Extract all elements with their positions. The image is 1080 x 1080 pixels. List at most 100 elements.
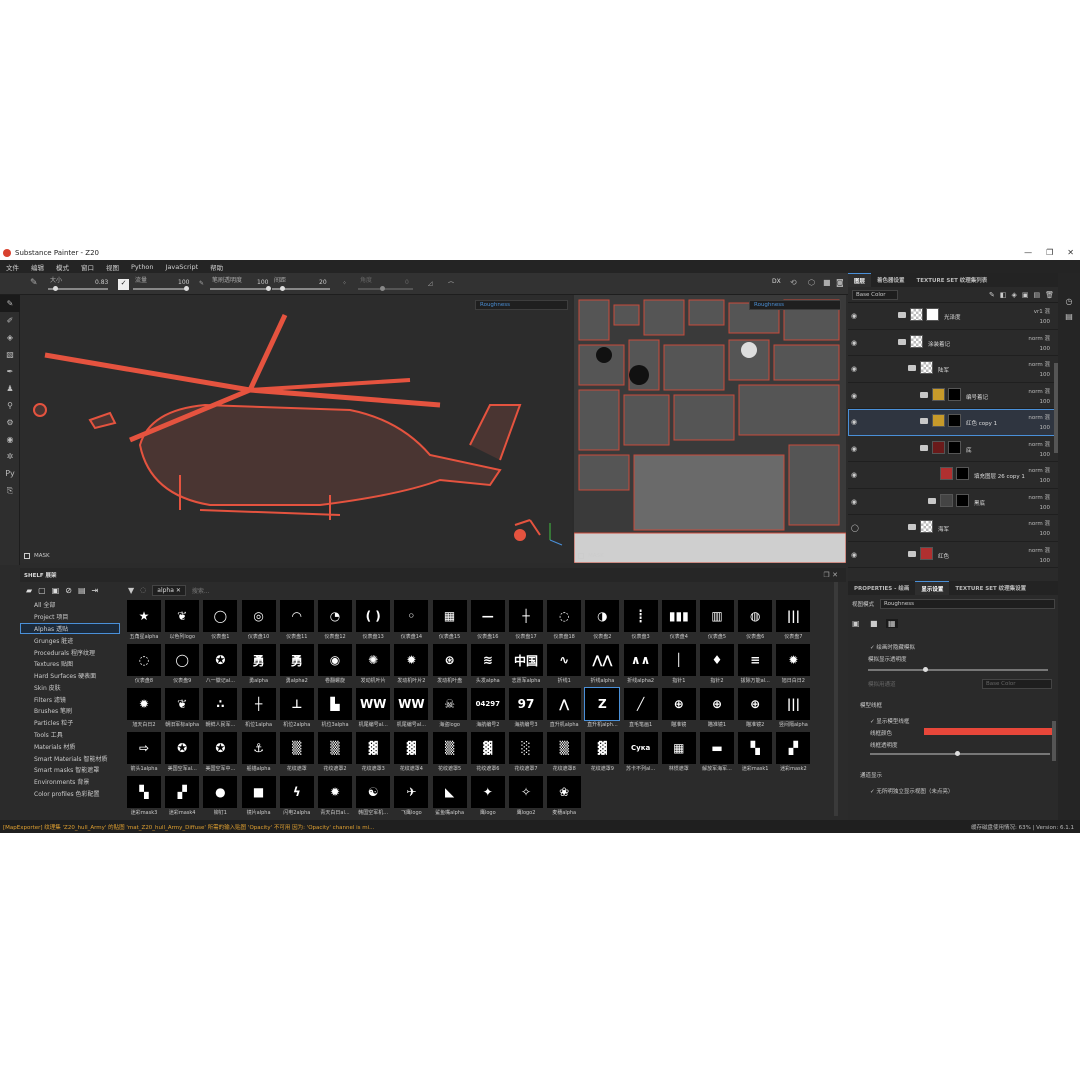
remove-tag-icon[interactable]: ✕ xyxy=(176,587,181,594)
settings-gear-icon[interactable]: ⚙ xyxy=(0,414,20,431)
flow-value[interactable]: 100 xyxy=(178,279,189,286)
shelf-asset-tile[interactable]: 勇勇alpha2 xyxy=(279,644,315,688)
shelf-asset-tile[interactable]: ◌ 仪表盘18 xyxy=(546,600,582,644)
hide-icon[interactable]: ⊘ xyxy=(65,586,72,595)
shelf-asset-tile[interactable]: ||| 竖间隔alpha xyxy=(775,688,811,732)
mask-thumbnail[interactable] xyxy=(948,414,961,427)
camera-orbit-icon[interactable]: ⟲ xyxy=(790,278,797,287)
layer-blend-mode[interactable]: norm xyxy=(1028,442,1042,448)
shelf-asset-tile[interactable]: ▬ 解放军海军... xyxy=(699,732,735,776)
shelf-asset-tile[interactable]: ▓ 花纹遮罩6 xyxy=(470,732,506,776)
shelf-asset-tile[interactable]: ▦ 林惯遮罩 xyxy=(661,732,697,776)
polygon-fill-icon[interactable]: ▧ xyxy=(0,346,20,363)
new-item-icon[interactable]: ▢ xyxy=(38,586,46,595)
viewport-2d-channel-dropdown[interactable]: Roughness xyxy=(749,300,841,310)
shelf-asset-tile[interactable]: ❦ 朝旧军标alpha xyxy=(164,688,200,732)
shelf-asset-tile[interactable]: ▚ 迷彩mask1 xyxy=(737,732,773,776)
save-icon[interactable]: ▣ xyxy=(52,586,60,595)
shelf-asset-tile[interactable]: ✹ 青天白日al... xyxy=(317,776,353,820)
mask-checkbox-icon[interactable] xyxy=(24,553,30,559)
shelf-asset-tile[interactable]: ✦ 鹰logo xyxy=(470,776,506,820)
viewport-3d-channel-dropdown[interactable]: Roughness xyxy=(475,300,568,310)
menu-item-3[interactable]: 窗口 xyxy=(75,262,100,272)
shelf-category[interactable]: Brushes 笔刷 xyxy=(20,705,120,717)
shelf-asset-tile[interactable]: ✹ 发动机叶片2 xyxy=(393,644,429,688)
shelf-asset-tile[interactable]: WW 机尾编号al... xyxy=(355,688,391,732)
shelf-asset-tile[interactable]: 97 海航编号3 xyxy=(508,688,544,732)
shelf-asset-tile[interactable]: ▓ 花纹遮罩4 xyxy=(393,732,429,776)
menu-item-2[interactable]: 模式 xyxy=(50,262,75,272)
folder-icon[interactable]: ▰ xyxy=(26,586,32,595)
filter-icon[interactable]: ▼ xyxy=(128,586,134,595)
shelf-asset-tile[interactable]: ✈ 飞鹰logo xyxy=(393,776,429,820)
python-icon[interactable]: Py xyxy=(0,465,20,482)
viewport-3d[interactable]: Roughness MASK xyxy=(20,295,572,563)
folder-icon[interactable] xyxy=(928,497,936,504)
shelf-asset-tile[interactable]: ┋ 仪表盘3 xyxy=(623,600,659,644)
layer-opacity[interactable]: 100 xyxy=(1040,478,1051,484)
layer-blend-mode[interactable]: norm xyxy=(1028,468,1042,474)
shelf-asset-tile[interactable]: ▒ 花纹遮罩8 xyxy=(546,732,582,776)
menu-item-7[interactable]: 帮助 xyxy=(204,262,229,272)
layer-blend-mode[interactable]: norm xyxy=(1028,548,1042,554)
shelf-asset-tile[interactable]: ▦ 仪表盘15 xyxy=(432,600,468,644)
layer-row[interactable]: ◉ 红色 norm 混 100 xyxy=(848,542,1058,568)
layer-opacity[interactable]: 100 xyxy=(1040,399,1051,405)
shelf-scrollbar[interactable] xyxy=(834,582,838,816)
shelf-asset-tile[interactable]: ✺ 发动机叶片 xyxy=(355,644,391,688)
visibility-eye-icon[interactable]: ◉ xyxy=(851,392,857,400)
add-layer-icon[interactable]: ▣ xyxy=(1022,291,1029,299)
shelf-asset-tile[interactable]: ⊛ 发动机叶盘 xyxy=(432,644,468,688)
dx-label[interactable]: DX xyxy=(772,278,781,285)
shelf-asset-tile[interactable]: ◍ 仪表盘6 xyxy=(737,600,773,644)
pen-pressure-icon[interactable]: ✓ xyxy=(118,279,129,290)
shelf-category[interactable]: Smart Materials 智能材质 xyxy=(20,752,120,764)
shelf-asset-tile[interactable]: ✹ 旭天白日2 xyxy=(126,688,162,732)
minimize-button[interactable]: — xyxy=(1024,248,1032,257)
log-icon[interactable]: ▤ xyxy=(1058,312,1080,321)
shelf-asset-tile[interactable]: ◎ 仪表盘10 xyxy=(241,600,277,644)
folder-icon[interactable] xyxy=(920,418,928,424)
shelf-asset-tile[interactable]: ✪ 八一徽记al... xyxy=(202,644,238,688)
clear-filter-icon[interactable]: ◌ xyxy=(140,586,146,594)
opacity-value[interactable]: 100 xyxy=(257,279,268,286)
camera-icon[interactable]: ■ xyxy=(870,619,878,628)
angle-slider[interactable] xyxy=(358,286,413,291)
shelf-category[interactable]: Filters 滤镜 xyxy=(20,693,120,705)
layer-opacity[interactable]: 100 xyxy=(1040,558,1051,564)
cube-icon[interactable]: ⬡ xyxy=(808,278,815,287)
shelf-asset-tile[interactable]: ⊥ 机位2alpha xyxy=(279,688,315,732)
shelf-float-icon[interactable]: ❐ ✕ xyxy=(823,571,846,579)
shelf-category[interactable]: Color profiles 色彩配置 xyxy=(20,788,120,800)
shelf-asset-tile[interactable]: ░ 花纹遮罩7 xyxy=(508,732,544,776)
layer-opacity[interactable]: 100 xyxy=(1040,425,1051,431)
shelf-asset-tile[interactable]: WW 机尾编号al... xyxy=(393,688,429,732)
brush-preset-icon[interactable]: ✎ xyxy=(30,278,38,288)
menu-item-5[interactable]: Python xyxy=(125,263,160,271)
visibility-eye-icon[interactable]: ◉ xyxy=(851,471,857,479)
layer-opacity[interactable]: 100 xyxy=(1040,372,1051,378)
spacing-value[interactable]: 20 xyxy=(319,279,327,286)
shelf-asset-tile[interactable]: ▒ 花纹遮罩5 xyxy=(432,732,468,776)
shelf-asset-tile[interactable]: ⊕ 瞄准镜1 xyxy=(699,688,735,732)
import-icon[interactable]: ⇥ xyxy=(92,586,99,595)
shelf-asset-tile[interactable]: — 仪表盘16 xyxy=(470,600,506,644)
add-effect-icon[interactable]: ✎ xyxy=(989,291,995,299)
visibility-eye-icon[interactable]: ◯ xyxy=(851,524,859,532)
shelf-asset-tile[interactable]: ⋀⋀ 折线alpha xyxy=(584,644,620,688)
shelf-category[interactable]: All 全部 xyxy=(20,599,120,611)
layer-row[interactable]: ◉ 光泽度 vr1 混 100 xyxy=(848,303,1058,330)
properties-scrollbar[interactable] xyxy=(1052,721,1056,761)
shelf-category[interactable]: Grunges 脏迹 xyxy=(20,634,120,646)
layer-blend-mode[interactable]: norm xyxy=(1028,336,1042,342)
shelf-asset-tile[interactable]: ☯ 韩国空军机... xyxy=(355,776,391,820)
mask-checkbox-2d-icon[interactable] xyxy=(578,553,584,559)
shelf-asset-tile[interactable]: ▚ 迷彩mask3 xyxy=(126,776,162,820)
mesh-opacity-slider[interactable] xyxy=(868,667,1048,672)
layer-blend-mode[interactable]: norm xyxy=(1028,495,1042,501)
shelf-asset-tile[interactable]: ✹ 旭日白日2 xyxy=(775,644,811,688)
shelf-asset-tile[interactable]: ▮▮▮ 仪表盘4 xyxy=(661,600,697,644)
shelf-asset-tile[interactable]: ✪ 美国空军中... xyxy=(202,732,238,776)
layer-row[interactable]: ◉ 红色 copy 1 norm 混 100 xyxy=(848,409,1058,436)
shelf-category[interactable]: Smart masks 智能遮罩 xyxy=(20,764,120,776)
